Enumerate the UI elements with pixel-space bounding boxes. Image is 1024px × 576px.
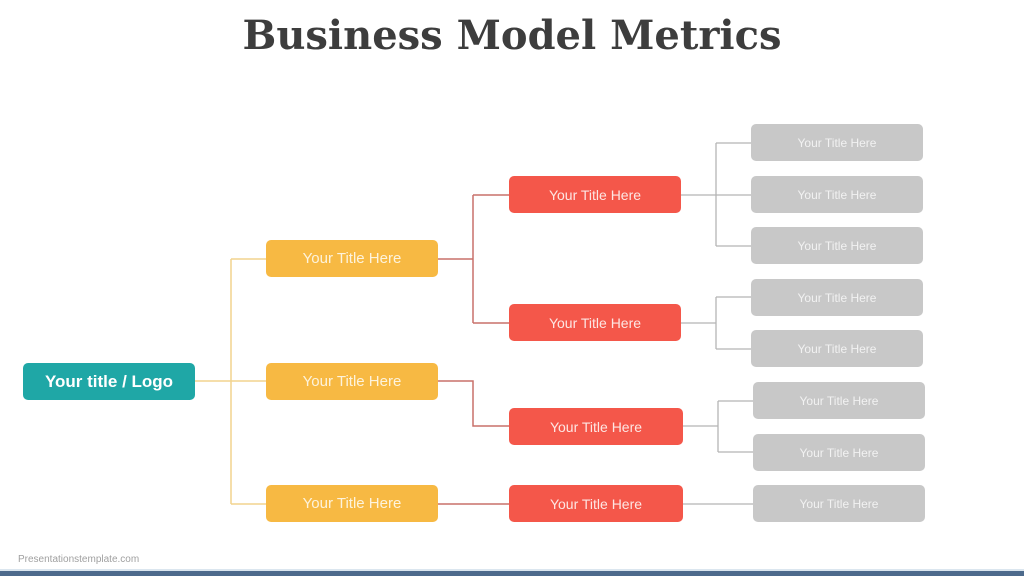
level3-node[interactable]: Your Title Here [751,124,923,161]
node-label: Your Title Here [797,135,877,150]
node-label: Your Title Here [799,496,879,511]
level3-node[interactable]: Your Title Here [753,382,925,419]
level1-node[interactable]: Your Title Here [266,485,438,522]
level3-node[interactable]: Your Title Here [751,227,923,264]
level2-connectors [681,142,753,505]
node-label: Your Title Here [548,186,642,203]
level3-node[interactable]: Your Title Here [751,279,923,316]
level1-node[interactable]: Your Title Here [266,363,438,400]
node-label: Your Title Here [302,250,402,267]
level2-node[interactable]: Your Title Here [509,408,683,445]
node-label: Your Title Here [797,290,877,305]
level2-node[interactable]: Your Title Here [509,176,681,213]
node-label: Your Title Here [302,495,402,512]
level3-node[interactable]: Your Title Here [753,434,925,471]
node-label: Your Title Here [799,445,879,460]
node-label: Your Title Here [797,187,877,202]
level1-node[interactable]: Your Title Here [266,240,438,277]
node-label: Your Title Here [548,314,642,331]
footer-credit: Presentationstemplate.com [18,554,140,565]
root-node[interactable]: Your title / Logo [23,363,195,400]
root-connectors [195,258,266,505]
node-label: Your Title Here [302,373,402,390]
level3-node[interactable]: Your Title Here [753,485,925,522]
footer-bar [0,571,1024,576]
level1-connectors [438,194,509,505]
node-label: Your Title Here [797,341,877,356]
level2-node[interactable]: Your Title Here [509,304,681,341]
node-label: Your Title Here [797,238,877,253]
node-label: Your Title Here [799,393,879,408]
node-label: Your Title Here [549,495,643,512]
node-label: Your Title Here [549,418,643,435]
level3-node[interactable]: Your Title Here [751,330,923,367]
level3-node[interactable]: Your Title Here [751,176,923,213]
level2-node[interactable]: Your Title Here [509,485,683,522]
connector-line [438,380,509,427]
root-node-label: Your title / Logo [44,371,174,391]
